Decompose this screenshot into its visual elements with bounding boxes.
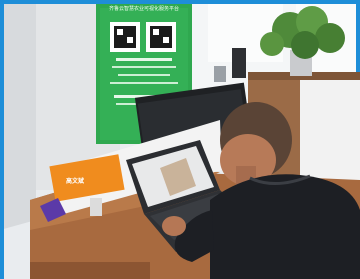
photo-frame: 齐鲁云智慧农业可视化服务平台 高文斌 (0, 0, 360, 279)
name-sign-text: 高文斌 (66, 178, 85, 185)
office-photo (0, 0, 360, 279)
poster-heading: 齐鲁云智慧农业可视化服务平台 (108, 6, 179, 12)
person-shirt (210, 174, 360, 279)
